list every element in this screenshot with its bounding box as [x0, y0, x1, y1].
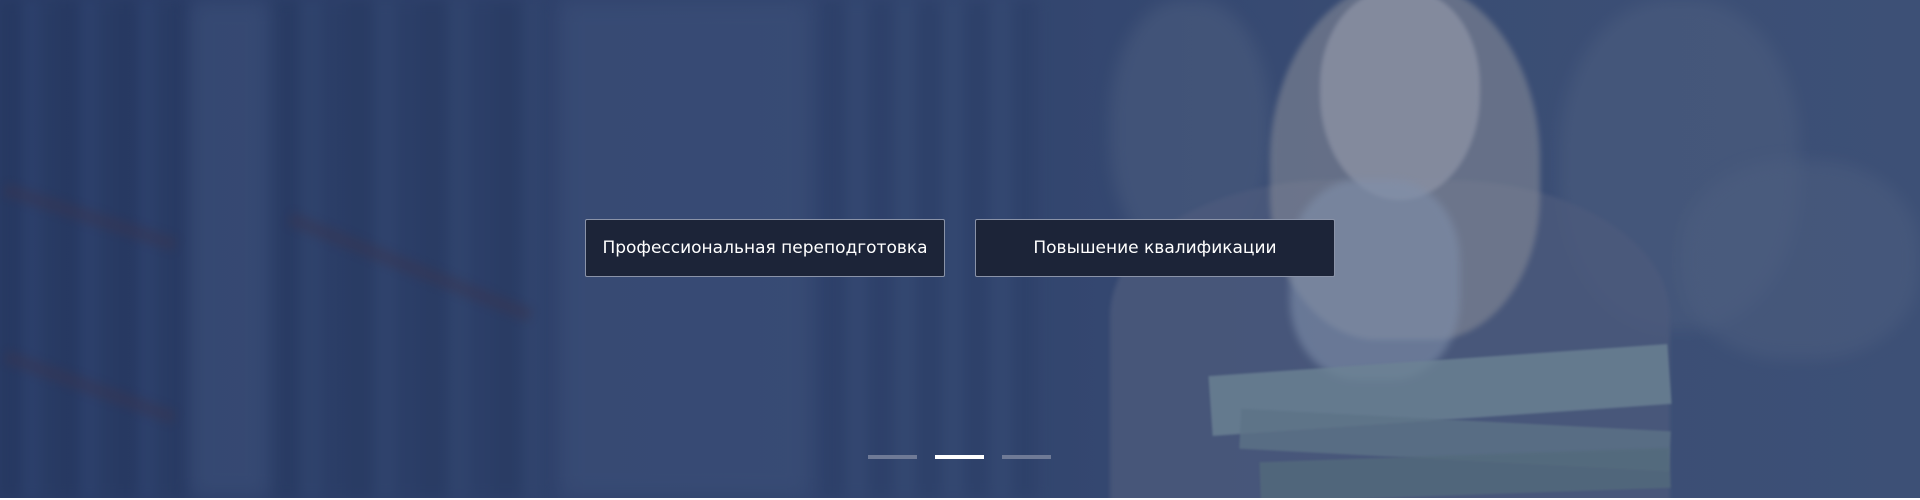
background-bookshelf — [270, 0, 550, 498]
professional-retraining-label: Профессиональная переподготовка — [602, 238, 928, 258]
qualification-upgrade-button[interactable]: Повышение квалификации — [975, 219, 1335, 277]
background-person — [1680, 160, 1920, 360]
slider-pagination — [868, 455, 1051, 459]
slider-dot-1[interactable] — [868, 455, 917, 459]
professional-retraining-button[interactable]: Профессиональная переподготовка — [585, 219, 945, 277]
qualification-upgrade-label: Повышение квалификации — [1033, 238, 1277, 258]
hero-woman-scarf — [1290, 180, 1460, 380]
slider-dot-3[interactable] — [1002, 455, 1051, 459]
background-light — [190, 0, 270, 498]
background-bookshelf — [0, 0, 190, 498]
slider-dot-2[interactable] — [935, 455, 984, 459]
hero-banner: Профессиональная переподготовка Повышени… — [0, 0, 1920, 498]
